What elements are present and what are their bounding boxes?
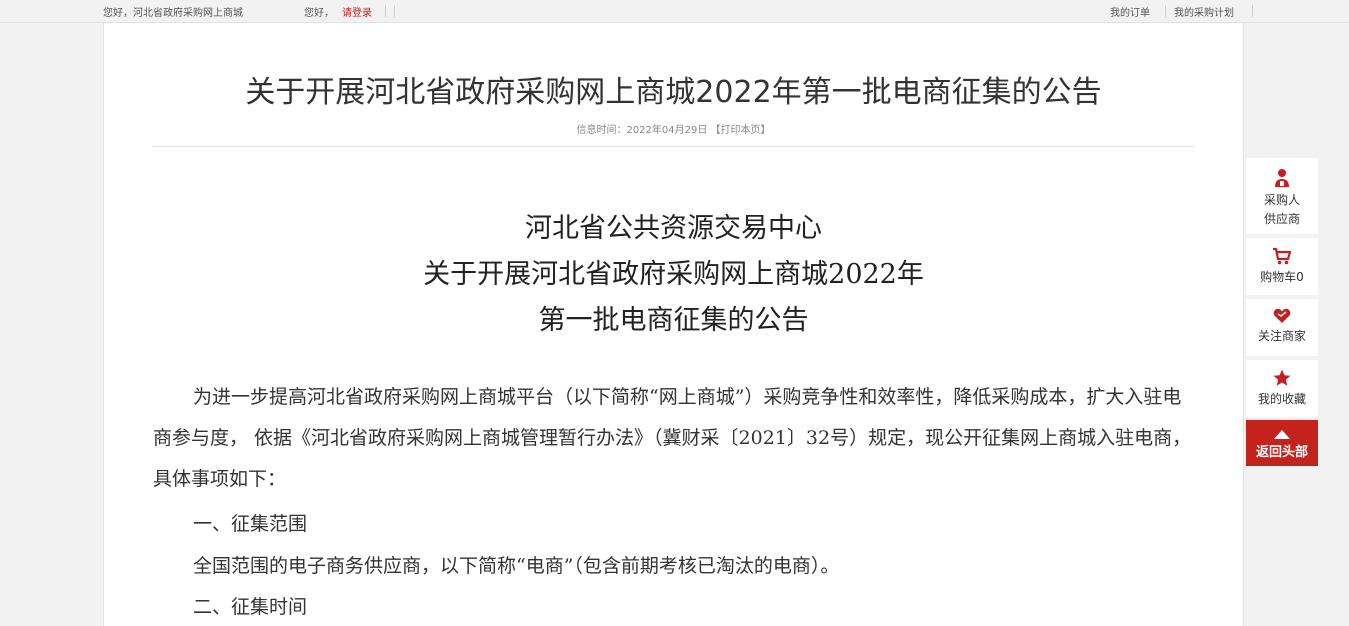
my-orders-link[interactable]: 我的订单 <box>1110 4 1150 19</box>
my-purchase-plan-link[interactable]: 我的采购计划 <box>1174 4 1234 19</box>
divider <box>1165 5 1166 17</box>
arrow-up-icon <box>1246 420 1318 443</box>
org-name-heading: 河北省公共资源交易中心 <box>525 213 822 244</box>
buyer-supplier-button[interactable]: 采购人 供应商 <box>1246 158 1318 234</box>
article-panel: 关于开展河北省政府采购网上商城2022年第一批电商征集的公告 信息时间：2022… <box>103 23 1244 626</box>
back-to-top-button[interactable]: 返回头部 <box>1246 420 1318 466</box>
divider <box>385 5 386 17</box>
article-date: 2022年04月29日 <box>626 125 708 136</box>
section-heading-scope: 一、征集范围 <box>193 513 308 535</box>
buyer-label: 采购人 <box>1263 193 1300 207</box>
section-text-scope: 全国范围的电子商务供应商，以下简称“电商”（包含前期考核已淘汰的电商）。 <box>193 555 840 577</box>
user-icon <box>1246 158 1318 191</box>
divider <box>1252 5 1253 17</box>
favorites-button[interactable]: 我的收藏 <box>1246 360 1318 417</box>
cart-label: 购物车0 <box>1260 270 1304 284</box>
notice-heading-line-1: 关于开展河北省政府采购网上商城2022年 <box>423 259 924 290</box>
intro-paragraph: 为进一步提高河北省政府采购网上商城平台（以下简称“网上商城”）采购竞争性和效率性… <box>153 386 1192 490</box>
title-divider <box>152 146 1195 147</box>
notice-heading-line-2: 第一批电商征集的公告 <box>538 305 809 336</box>
page-title: 关于开展河北省政府采购网上商城2022年第一批电商征集的公告 <box>245 75 1102 110</box>
print-page-link[interactable]: 【打印本页】 <box>711 125 771 136</box>
follow-store-button[interactable]: 关注商家 <box>1246 299 1318 356</box>
divider <box>394 5 395 17</box>
favorites-label: 我的收藏 <box>1257 392 1306 406</box>
site-greeting: 您好，河北省政府采购网上商城 <box>103 8 243 19</box>
heart-icon <box>1246 299 1318 327</box>
hello-text: 您好， <box>304 8 334 19</box>
section-heading-time: 二、征集时间 <box>193 596 308 618</box>
star-icon <box>1246 360 1318 390</box>
back-to-top-label: 返回头部 <box>1255 445 1308 460</box>
cart-icon <box>1246 238 1318 268</box>
cart-button[interactable]: 购物车0 <box>1246 238 1318 295</box>
date-label: 信息时间： <box>576 125 627 136</box>
article-meta: 信息时间：2022年04月29日 【打印本页】 <box>104 121 1243 136</box>
follow-label: 关注商家 <box>1257 329 1306 343</box>
login-link[interactable]: 请登录 <box>342 4 372 19</box>
top-bar: 您好，河北省政府采购网上商城 您好， 请登录 我的订单 我的采购计划 <box>0 0 1349 23</box>
supplier-label: 供应商 <box>1263 212 1300 226</box>
